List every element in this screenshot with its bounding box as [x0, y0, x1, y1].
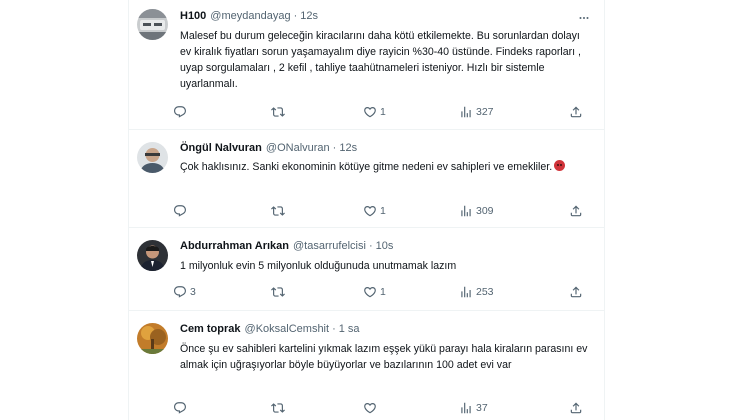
avatar[interactable]: [137, 323, 168, 354]
views-count: 327: [476, 106, 494, 118]
reply-icon: [173, 285, 187, 299]
like-icon: [363, 401, 377, 415]
user-handle[interactable]: @ONalvuran: [266, 142, 330, 154]
like-button[interactable]: 1: [363, 203, 386, 219]
like-button[interactable]: [363, 400, 380, 416]
tweet-4[interactable]: Cem toprak @KoksalCemshit · 1 sa Önce şu…: [129, 311, 604, 420]
display-name[interactable]: Cem toprak: [180, 323, 241, 335]
retweet-button[interactable]: [271, 400, 288, 416]
avatar[interactable]: [137, 9, 168, 40]
avatar[interactable]: [137, 240, 168, 271]
display-name[interactable]: Öngül Nalvuran: [180, 142, 262, 154]
views-button[interactable]: 327: [459, 104, 494, 120]
timestamp[interactable]: 12s: [339, 142, 357, 154]
views-button[interactable]: 253: [459, 284, 494, 300]
user-handle[interactable]: @meydandayag: [210, 10, 290, 22]
like-count: 1: [380, 205, 386, 217]
reply-button[interactable]: [173, 203, 190, 219]
retweet-icon: [271, 204, 285, 218]
avatar[interactable]: [137, 142, 168, 173]
reply-icon: [173, 401, 187, 415]
user-handle[interactable]: @tasarrufelcisi: [293, 240, 366, 252]
retweet-icon: [271, 285, 285, 299]
angry-face-emoji: [554, 160, 566, 171]
tweet-header: Öngül Nalvuran @ONalvuran · 12s: [180, 142, 357, 160]
share-icon: [569, 204, 583, 218]
share-button[interactable]: [569, 203, 583, 219]
reply-feed: H100 @meydandayag · 12s Malesef bu durum…: [0, 0, 730, 420]
retweet-button[interactable]: [271, 284, 288, 300]
views-count: 309: [476, 205, 494, 217]
tweet-header: Abdurrahman Arıkan @tasarrufelcisi · 10s: [180, 240, 393, 258]
views-icon: [459, 105, 473, 119]
tweet-actions: 3 1 253: [173, 284, 593, 300]
views-count: 253: [476, 286, 494, 298]
like-icon: [363, 105, 377, 119]
tweet-actions: 1 309: [173, 203, 593, 219]
separator-dot: ·: [332, 323, 336, 335]
tweet-1[interactable]: H100 @meydandayag · 12s Malesef bu durum…: [129, 0, 604, 130]
tweet-text: Malesef bu durum geleceğin kiracılarını …: [180, 30, 581, 90]
share-icon: [569, 401, 583, 415]
tweet-actions: 37: [173, 400, 593, 416]
retweet-icon: [271, 401, 285, 415]
tweet-header: Cem toprak @KoksalCemshit · 1 sa: [180, 323, 360, 341]
like-icon: [363, 204, 377, 218]
views-button[interactable]: 309: [459, 203, 494, 219]
retweet-button[interactable]: [271, 203, 288, 219]
like-icon: [363, 285, 377, 299]
tweet-header: H100 @meydandayag · 12s: [180, 10, 318, 28]
timestamp[interactable]: 1 sa: [339, 323, 360, 335]
column-border-right: [604, 0, 605, 420]
share-button[interactable]: [569, 400, 583, 416]
display-name[interactable]: H100: [180, 10, 206, 22]
like-button[interactable]: 1: [363, 104, 386, 120]
display-name[interactable]: Abdurrahman Arıkan: [180, 240, 289, 252]
tweet-actions: 1 327: [173, 104, 593, 120]
views-icon: [459, 401, 473, 415]
views-button[interactable]: 37: [459, 400, 488, 416]
share-button[interactable]: [569, 104, 583, 120]
reply-icon: [173, 105, 187, 119]
share-icon: [569, 105, 583, 119]
timestamp[interactable]: 10s: [376, 240, 394, 252]
retweet-icon: [271, 105, 285, 119]
separator-dot: ·: [293, 10, 298, 22]
tweet-text: 1 milyonluk evin 5 milyonluk olduğunuda …: [180, 260, 457, 272]
more-icon[interactable]: [576, 10, 592, 26]
separator-dot: ·: [332, 142, 337, 154]
tweet-2[interactable]: Öngül Nalvuran @ONalvuran · 12s Çok hakl…: [129, 130, 604, 228]
retweet-button[interactable]: [271, 104, 288, 120]
like-count: 1: [380, 286, 386, 298]
reply-button[interactable]: [173, 400, 190, 416]
views-count: 37: [476, 402, 488, 414]
share-button[interactable]: [569, 284, 583, 300]
tweet-text-block: Çok haklısınız. Sanki ekonominin kötüye …: [180, 159, 580, 175]
reply-button[interactable]: 3: [173, 284, 196, 300]
reply-icon: [173, 204, 187, 218]
reply-count: 3: [190, 286, 196, 298]
views-icon: [459, 285, 473, 299]
reply-button[interactable]: [173, 104, 190, 120]
like-button[interactable]: 1: [363, 284, 386, 300]
timestamp[interactable]: 12s: [300, 10, 318, 22]
like-count: 1: [380, 106, 386, 118]
tweet-text: Çok haklısınız. Sanki ekonominin kötüye …: [180, 161, 553, 173]
tweet-3[interactable]: Abdurrahman Arıkan @tasarrufelcisi · 10s…: [129, 228, 604, 311]
views-icon: [459, 204, 473, 218]
user-handle[interactable]: @KoksalCemshit: [245, 323, 330, 335]
share-icon: [569, 285, 583, 299]
tweet-text: Önce şu ev sahibleri kartelini yıkmak la…: [180, 343, 588, 371]
separator-dot: ·: [368, 240, 373, 252]
